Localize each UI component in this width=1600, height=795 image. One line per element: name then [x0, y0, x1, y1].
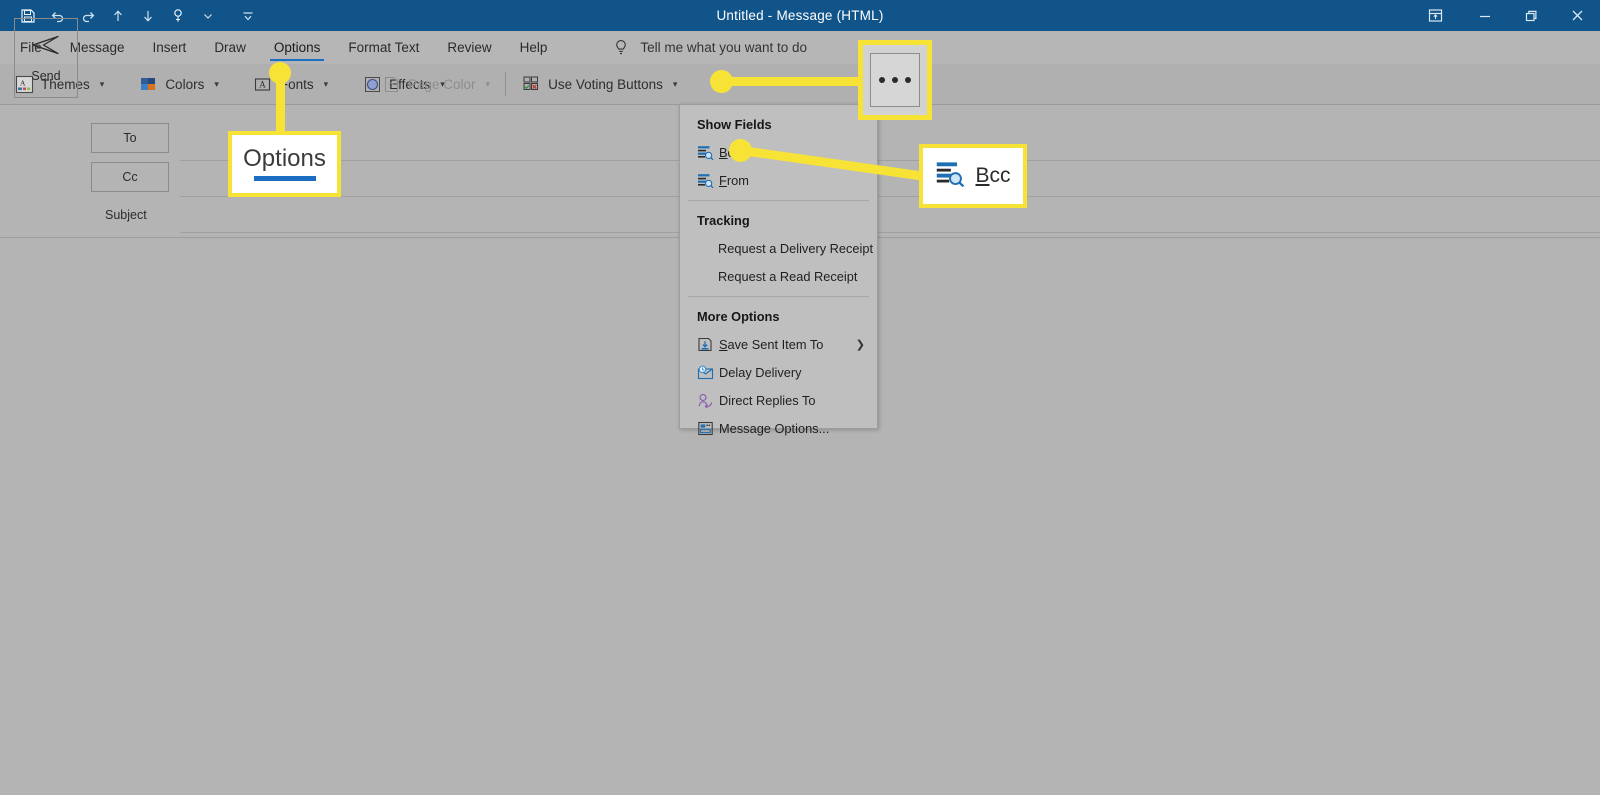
menu-item-delay-delivery[interactable]: Delay Delivery [680, 358, 877, 386]
colors-icon [138, 74, 158, 94]
tab-label: Review [447, 40, 492, 55]
menu-item-label: Bcc [719, 144, 741, 160]
minimize-icon[interactable] [1462, 0, 1508, 31]
to-field-input[interactable] [180, 160, 1600, 161]
window-controls[interactable] [1408, 0, 1600, 31]
menu-item-from[interactable]: From [680, 166, 877, 194]
subject-label: Subject [105, 208, 147, 222]
ribbon-page-color-group: Page Color ▾ Use Voting Buttons ▾ [375, 64, 683, 104]
fonts-icon: A [253, 74, 273, 94]
tab-label: Options [273, 40, 321, 55]
ribbon-tab-strip[interactable]: File Message Insert Draw Options Format … [0, 31, 1600, 64]
tab-label: Help [519, 40, 548, 55]
tab-draw[interactable]: Draw [200, 31, 260, 64]
cc-field-input[interactable] [180, 196, 1600, 197]
menu-item-message-options[interactable]: Message Options... [680, 414, 877, 442]
tab-insert[interactable]: Insert [139, 31, 201, 64]
subject-field-input[interactable] [180, 232, 1600, 233]
colors-label: Colors [165, 76, 205, 92]
fonts-button[interactable]: A Fonts ▾ [247, 70, 334, 98]
chevron-down-icon[interactable]: ▾ [324, 79, 329, 90]
menu-item-direct-replies-to[interactable]: Direct Replies To [680, 386, 877, 414]
tell-me-label: Tell me what you want to do [640, 40, 808, 55]
tab-format-text[interactable]: Format Text [334, 31, 433, 64]
menu-item-label: Delay Delivery [719, 364, 802, 380]
chevron-down-icon: ▾ [485, 78, 491, 89]
ribbon-display-options-icon[interactable] [1408, 0, 1462, 31]
voting-buttons-icon [521, 74, 541, 94]
page-color-label: Page Color [408, 76, 476, 92]
tab-label: Insert [152, 40, 187, 55]
access-key: B [719, 144, 728, 160]
lightbulb-icon [613, 39, 629, 57]
close-icon[interactable] [1554, 0, 1600, 31]
more-commands-menu[interactable]: Show Fields Bcc From Tracking Request a … [679, 104, 878, 436]
send-icon [31, 34, 61, 59]
ribbon: A Themes ▾ Colors ▾ A Fonts ▾ Effects ▾ [0, 64, 1600, 166]
cc-label: Cc [122, 170, 138, 184]
menu-heading-more-options: More Options [697, 309, 780, 324]
window-title: Untitled - Message (HTML) [716, 8, 884, 23]
menu-item-label: Direct Replies To [719, 392, 816, 408]
menu-item-bcc[interactable]: Bcc [680, 138, 877, 166]
menu-item-label: Request a Read Receipt [718, 268, 858, 284]
tab-help[interactable]: Help [506, 31, 562, 64]
from-field-icon [695, 171, 715, 189]
access-key: S [719, 336, 728, 352]
save-sent-item-icon [695, 335, 715, 353]
menu-item-request-read-receipt[interactable]: Request a Read Receipt [680, 262, 877, 290]
menu-item-label: Save Sent Item To [719, 336, 824, 352]
to-field-button[interactable]: To [91, 123, 169, 153]
page-color-icon [381, 74, 401, 94]
send-label: Send [31, 68, 61, 83]
svg-text:A: A [260, 79, 267, 89]
chevron-down-icon[interactable]: ▾ [214, 79, 219, 90]
fonts-label: Fonts [279, 76, 314, 92]
menu-item-label: Request a Delivery Receipt [718, 240, 874, 256]
title-bar: Untitled - Message (HTML) [0, 0, 1600, 31]
menu-item-label: Message Options... [719, 420, 830, 436]
tab-label: Draw [214, 40, 246, 55]
bcc-field-icon [695, 143, 715, 161]
tab-label: Format Text [348, 40, 420, 55]
access-key: F [719, 172, 727, 188]
message-options-icon [695, 419, 715, 437]
menu-heading-tracking: Tracking [697, 213, 750, 228]
ribbon-separator [505, 72, 507, 96]
direct-replies-icon [695, 391, 715, 409]
cc-field-button[interactable]: Cc [91, 162, 169, 192]
send-button[interactable]: Send [14, 18, 78, 98]
use-voting-buttons-label: Use Voting Buttons [548, 76, 663, 92]
chevron-down-icon[interactable]: ▾ [673, 79, 678, 90]
tell-me-search[interactable]: Tell me what you want to do [613, 39, 807, 57]
to-label: To [123, 131, 137, 145]
menu-item-request-delivery-receipt[interactable]: Request a Delivery Receipt [680, 234, 877, 262]
colors-button[interactable]: Colors ▾ [132, 70, 225, 98]
tab-review[interactable]: Review [433, 31, 505, 64]
restore-icon[interactable] [1508, 0, 1554, 31]
delay-delivery-icon [695, 363, 715, 381]
menu-item-save-sent-item-to[interactable]: Save Sent Item To ❯ [680, 330, 877, 358]
chevron-right-icon[interactable]: ❯ [856, 338, 865, 351]
use-voting-buttons-button[interactable]: Use Voting Buttons ▾ [515, 70, 683, 98]
menu-heading-show-fields: Show Fields [697, 117, 772, 132]
menu-item-label: From [719, 172, 749, 188]
page-color-button: Page Color ▾ [375, 70, 496, 98]
chevron-down-icon[interactable]: ▾ [100, 79, 105, 90]
tab-options[interactable]: Options [260, 31, 335, 64]
